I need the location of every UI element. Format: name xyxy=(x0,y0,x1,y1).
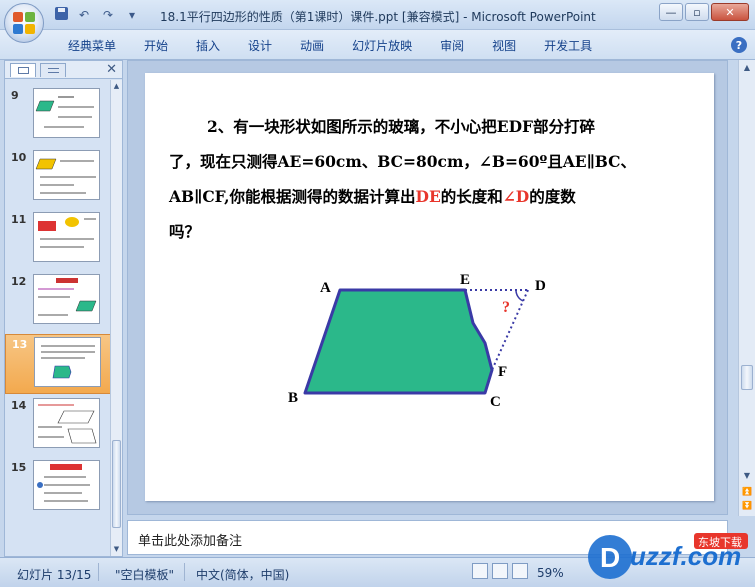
slide-sorter-icon[interactable] xyxy=(492,563,508,579)
uzzf-watermark-logo: D uzzf.com 东坡下载 xyxy=(588,533,748,579)
glass-figure[interactable]: A E D B C F ? xyxy=(280,268,560,418)
tab-insert[interactable]: 插入 xyxy=(196,37,220,54)
tab-developer[interactable]: 开发工具 xyxy=(544,37,592,54)
question-text[interactable]: 2、有一块形状如图所示的玻璃，不小心把EDF部分打碎 了，现在只测得AE=60c… xyxy=(169,109,699,249)
slide-number: 12 xyxy=(11,275,27,288)
slide-canvas[interactable]: 2、有一块形状如图所示的玻璃，不小心把EDF部分打碎 了，现在只测得AE=60c… xyxy=(145,73,714,501)
minimize-button[interactable]: — xyxy=(659,3,683,21)
slide-editor: 2、有一块形状如图所示的玻璃，不小心把EDF部分打碎 了，现在只测得AE=60c… xyxy=(127,60,728,515)
slide-number: 15 xyxy=(11,461,27,474)
slide-number: 14 xyxy=(11,399,27,412)
window-controls: — ▫ ✕ xyxy=(659,3,749,21)
quick-access-toolbar: ↶ ↷ ▾ xyxy=(55,7,140,23)
slide-preview xyxy=(34,337,101,387)
next-slide-icon[interactable]: ⏬ xyxy=(741,500,753,512)
tab-view[interactable]: 视图 xyxy=(492,37,516,54)
office-logo-icon xyxy=(13,12,35,34)
office-button[interactable] xyxy=(4,3,44,43)
slide-thumbnail-14[interactable]: 14 xyxy=(5,396,111,456)
normal-view-icon[interactable] xyxy=(472,563,488,579)
tab-slides[interactable] xyxy=(10,62,36,77)
editor-scrollbar[interactable]: ▲ ▼ ⏫ ⏬ xyxy=(738,60,755,516)
status-divider xyxy=(184,563,185,581)
glass-shape xyxy=(303,288,494,395)
slide-preview xyxy=(33,398,100,448)
scroll-up-icon[interactable]: ▲ xyxy=(112,82,121,91)
question-line-1: 2、有一块形状如图所示的玻璃，不小心把EDF部分打碎 xyxy=(207,117,596,136)
close-button[interactable]: ✕ xyxy=(711,3,749,21)
scroll-thumb[interactable] xyxy=(741,365,753,390)
slide-number: 13 xyxy=(12,338,28,351)
scroll-down-icon[interactable]: ▼ xyxy=(112,545,121,554)
ribbon: 经典菜单 开始 插入 设计 动画 幻灯片放映 审阅 视图 开发工具 ? xyxy=(0,30,755,60)
slide-show-icon[interactable] xyxy=(512,563,528,579)
zoom-level[interactable]: 59% xyxy=(537,566,564,580)
slide-thumbnail-9[interactable]: 9 xyxy=(5,86,111,146)
scroll-thumb[interactable] xyxy=(112,440,121,528)
help-icon[interactable]: ? xyxy=(731,37,747,53)
slide-preview xyxy=(33,150,100,200)
question-line-3: AB∥CF,你能根据测得的数据计算出DE的长度和∠D的度数 xyxy=(169,187,576,206)
thumbnail-list: 9 10 11 12 13 14 15 xyxy=(5,80,111,556)
save-icon[interactable] xyxy=(55,7,68,20)
label-question: ? xyxy=(502,299,510,316)
svg-text:D: D xyxy=(600,542,620,573)
redo-icon[interactable]: ↷ xyxy=(100,7,116,23)
slide-preview xyxy=(33,212,100,262)
window-title: 18.1平行四边形的性质（第1课时）课件.ppt [兼容模式] - Micros… xyxy=(160,10,596,24)
label-f: F xyxy=(498,364,507,380)
notes-placeholder: 单击此处添加备注 xyxy=(138,534,243,549)
previous-slide-icon[interactable]: ⏫ xyxy=(741,486,753,498)
tab-classic-menu[interactable]: 经典菜单 xyxy=(68,37,116,54)
title-bar: ↶ ↷ ▾ 18.1平行四边形的性质（第1课时）课件.ppt [兼容模式] - … xyxy=(0,0,755,30)
scroll-down-icon[interactable]: ▼ xyxy=(741,470,753,482)
scroll-up-icon[interactable]: ▲ xyxy=(741,62,753,74)
slide-number: 11 xyxy=(11,213,27,226)
slides-pane: ✕ 9 10 11 12 13 14 15 ▲ ▼ xyxy=(4,60,123,557)
status-divider xyxy=(98,563,99,581)
tab-design[interactable]: 设计 xyxy=(248,37,272,54)
slide-preview xyxy=(33,274,100,324)
slide-preview xyxy=(33,88,100,138)
label-b: B xyxy=(288,390,298,406)
watermark-tag: 东坡下载 xyxy=(698,536,742,549)
slide-thumbnail-10[interactable]: 10 xyxy=(5,148,111,208)
question-line-2: 了，现在只测得AE=60cm、BC=80cm，∠B=60º且AE∥BC、 xyxy=(169,152,637,171)
maximize-button[interactable]: ▫ xyxy=(685,3,709,21)
dashed-df xyxy=(491,289,529,371)
close-pane-icon[interactable]: ✕ xyxy=(106,62,117,77)
slide-thumbnail-12[interactable]: 12 xyxy=(5,272,111,332)
ribbon-tabs: 经典菜单 开始 插入 设计 动画 幻灯片放映 审阅 视图 开发工具 xyxy=(68,37,620,54)
undo-icon[interactable]: ↶ xyxy=(76,7,92,23)
slide-preview xyxy=(33,460,100,510)
slide-counter: 幻灯片 13/15 xyxy=(17,568,92,582)
label-e: E xyxy=(460,272,470,288)
slide-thumbnail-13[interactable]: 13 xyxy=(5,334,111,394)
question-line-4: 吗？ xyxy=(169,222,201,241)
angle-d-arc xyxy=(515,289,524,302)
pane-scrollbar[interactable]: ▲ ▼ xyxy=(110,80,122,556)
slide-thumbnail-11[interactable]: 11 xyxy=(5,210,111,270)
tab-home[interactable]: 开始 xyxy=(144,37,168,54)
label-d: D xyxy=(535,278,546,294)
customize-toolbar-icon[interactable]: ▾ xyxy=(124,7,140,23)
slide-number: 10 xyxy=(11,151,27,164)
theme-name[interactable]: "空白模板" xyxy=(115,566,174,583)
slide-number: 9 xyxy=(11,89,19,102)
label-a: A xyxy=(320,280,331,296)
tab-animations[interactable]: 动画 xyxy=(300,37,324,54)
language-indicator[interactable]: 中文(简体，中国) xyxy=(196,566,289,583)
tab-slide-show[interactable]: 幻灯片放映 xyxy=(352,37,412,54)
tab-review[interactable]: 审阅 xyxy=(440,37,464,54)
label-c: C xyxy=(490,394,501,410)
tab-outline[interactable] xyxy=(40,62,66,77)
slide-thumbnail-15[interactable]: 15 xyxy=(5,458,111,518)
pane-tabs: ✕ xyxy=(5,61,122,79)
